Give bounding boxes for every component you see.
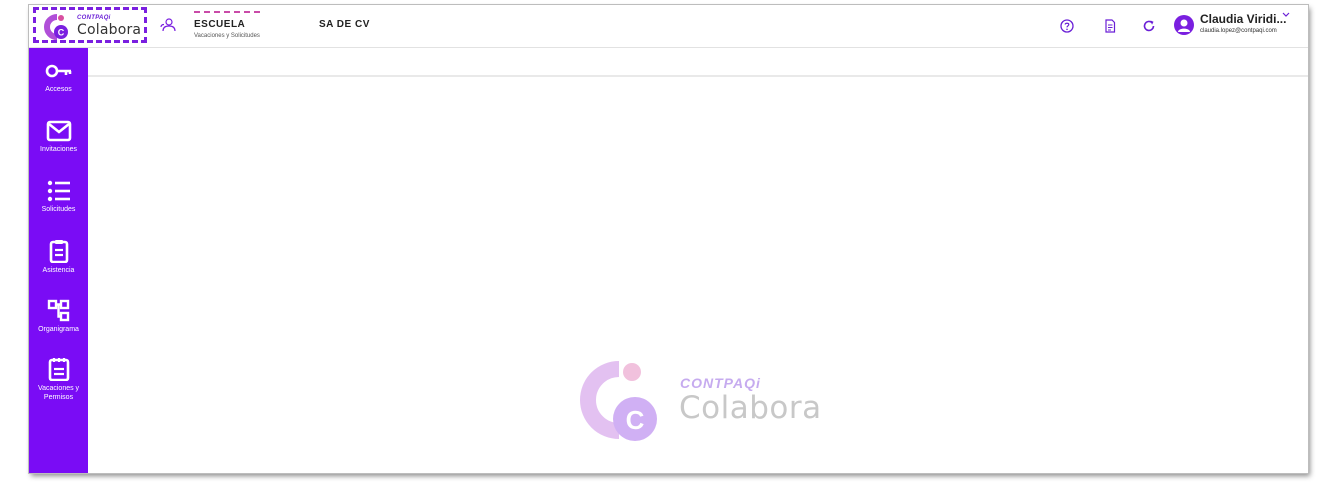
chevron-down-icon[interactable] bbox=[1281, 11, 1291, 19]
watermark-logo-icon: C bbox=[580, 361, 657, 441]
sidebar-item-organigrama[interactable]: Organigrama bbox=[29, 298, 88, 334]
refresh-icon[interactable] bbox=[1142, 19, 1156, 33]
user-name[interactable]: Claudia Viridi... bbox=[1200, 12, 1286, 26]
calendar-icon bbox=[48, 358, 69, 381]
colabora-logo-icon: C bbox=[44, 14, 68, 40]
user-avatar[interactable] bbox=[1174, 15, 1194, 35]
sidebar-item-invitaciones[interactable]: Invitaciones bbox=[29, 120, 88, 154]
logo-brand-text: CONTPAQi bbox=[77, 15, 111, 21]
app-window: C CONTPAQi Colabora ESCUELA Vacaciones y… bbox=[29, 5, 1308, 473]
sidebar-item-solicitudes[interactable]: Solicitudes bbox=[29, 180, 88, 214]
sidebar-item-vacaciones[interactable]: Vacaciones y Permisos bbox=[29, 357, 88, 402]
watermark-brand: CONTPAQi bbox=[680, 375, 761, 391]
user-icon bbox=[1178, 19, 1190, 32]
svg-text:C: C bbox=[58, 28, 65, 38]
sidebar-item-label: Vacaciones y Permisos bbox=[37, 385, 80, 401]
switch-company-icon[interactable] bbox=[160, 17, 176, 33]
sidebar: Accesos Invitaciones Solicitudes Asisten… bbox=[29, 48, 88, 473]
company-name: ESCUELA bbox=[194, 19, 246, 30]
sidebar-item-asistencia[interactable]: Asistencia bbox=[29, 239, 88, 275]
envelope-icon bbox=[46, 120, 71, 142]
org-chart-icon bbox=[47, 299, 69, 322]
company-suffix: SA DE CV bbox=[319, 19, 370, 30]
logo-product-name: Colabora bbox=[77, 22, 142, 38]
svg-text:C: C bbox=[626, 405, 645, 435]
sidebar-item-label: Solicitudes bbox=[41, 206, 76, 213]
key-icon bbox=[45, 64, 71, 78]
watermark-name: Colabora bbox=[679, 390, 822, 426]
company-subtitle: Vacaciones y Solicitudes bbox=[194, 33, 260, 39]
sidebar-item-label: Asistencia bbox=[42, 267, 75, 274]
top-header: C CONTPAQi Colabora ESCUELA Vacaciones y… bbox=[29, 5, 1308, 48]
sidebar-item-accesos[interactable]: Accesos bbox=[29, 60, 88, 94]
company-redacted-line bbox=[194, 7, 260, 13]
document-icon[interactable] bbox=[1103, 19, 1117, 33]
sidebar-item-label: Accesos bbox=[45, 86, 72, 93]
list-icon bbox=[47, 180, 70, 202]
user-email: claudia.lopez@contpaqi.com bbox=[1200, 28, 1277, 34]
main-content: C CONTPAQi Colabora bbox=[88, 77, 1308, 473]
help-icon[interactable] bbox=[1060, 19, 1074, 33]
content-toolbar bbox=[88, 48, 1308, 77]
app-logo[interactable]: C CONTPAQi Colabora bbox=[33, 7, 147, 43]
sidebar-item-label: Organigrama bbox=[38, 326, 79, 333]
clipboard-icon bbox=[49, 240, 68, 263]
sidebar-item-label: Invitaciones bbox=[40, 146, 77, 153]
